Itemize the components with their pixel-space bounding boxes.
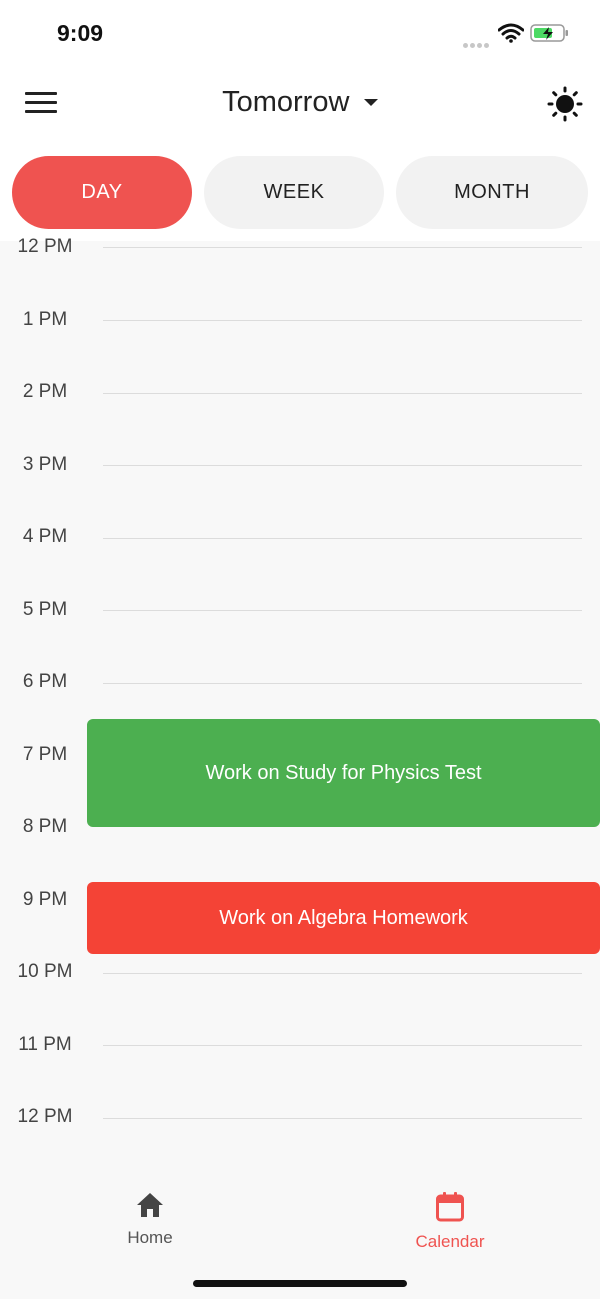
home-icon bbox=[137, 1193, 163, 1217]
hour-line bbox=[103, 465, 582, 466]
hour-label: 5 PM bbox=[22, 599, 68, 620]
hour-label: 9 PM bbox=[22, 889, 68, 910]
caret-down-icon bbox=[363, 99, 378, 106]
hour-line bbox=[103, 320, 582, 321]
calendar-icon bbox=[436, 1192, 464, 1222]
hour-line bbox=[103, 683, 582, 684]
tab-month[interactable]: MONTH bbox=[396, 156, 588, 229]
event-physics-test[interactable]: Work on Study for Physics Test bbox=[87, 719, 600, 827]
hour-line bbox=[103, 538, 582, 539]
hour-line bbox=[103, 610, 582, 611]
nav-calendar-label: Calendar bbox=[415, 1232, 485, 1251]
status-bar: 9:09 bbox=[0, 0, 600, 66]
nav-home[interactable]: Home bbox=[75, 1191, 225, 1248]
page-title: Tomorrow bbox=[222, 86, 350, 118]
view-tabs: DAY WEEK MONTH bbox=[0, 146, 600, 241]
hour-label: 4 PM bbox=[22, 526, 68, 547]
tab-week[interactable]: WEEK bbox=[204, 156, 384, 229]
hour-line bbox=[103, 973, 582, 974]
event-title: Work on Study for Physics Test bbox=[205, 761, 482, 784]
hour-line bbox=[103, 247, 582, 248]
home-indicator bbox=[193, 1280, 407, 1287]
app-bar: Tomorrow bbox=[0, 66, 600, 146]
sun-icon[interactable] bbox=[547, 86, 583, 122]
hour-label: 7 PM bbox=[22, 744, 68, 765]
day-timeline[interactable]: 12 PM 1 PM 2 PM 3 PM 4 PM 5 PM 6 PM 7 PM… bbox=[0, 236, 600, 1171]
hour-line bbox=[103, 1045, 582, 1046]
hour-label: 8 PM bbox=[22, 816, 68, 837]
event-title: Work on Algebra Homework bbox=[219, 906, 468, 929]
hour-line bbox=[103, 1118, 582, 1119]
event-algebra-homework[interactable]: Work on Algebra Homework bbox=[87, 882, 600, 954]
signal-dots-icon bbox=[463, 35, 491, 53]
tab-day[interactable]: DAY bbox=[12, 156, 192, 229]
hour-label: 11 PM bbox=[18, 1034, 72, 1055]
battery-charging-icon bbox=[530, 24, 568, 42]
hour-label: 1 PM bbox=[22, 309, 68, 330]
hour-label: 3 PM bbox=[22, 454, 68, 475]
hour-label: 6 PM bbox=[22, 671, 68, 692]
hour-label: 12 PM bbox=[17, 1106, 73, 1127]
nav-home-label: Home bbox=[127, 1228, 173, 1247]
hour-label: 2 PM bbox=[22, 381, 68, 402]
status-time: 9:09 bbox=[57, 20, 104, 46]
wifi-icon bbox=[498, 23, 524, 43]
hour-line bbox=[103, 393, 582, 394]
hour-label: 10 PM bbox=[17, 961, 73, 982]
hour-label: 12 PM bbox=[17, 236, 73, 257]
nav-calendar[interactable]: Calendar bbox=[375, 1191, 525, 1252]
date-selector[interactable]: Tomorrow bbox=[0, 86, 600, 119]
